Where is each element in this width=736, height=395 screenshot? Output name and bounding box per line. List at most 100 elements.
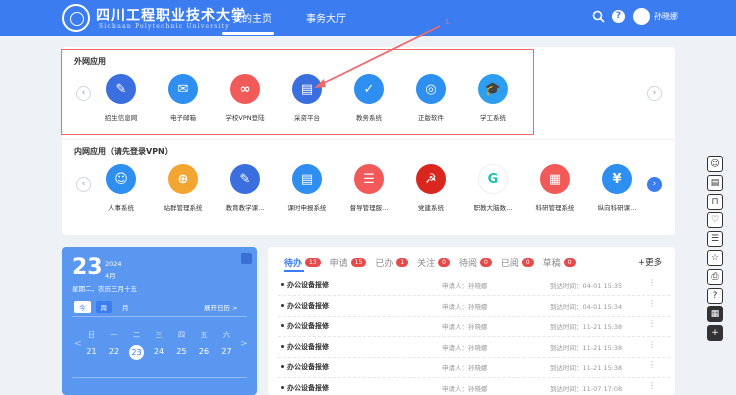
app-research[interactable]: ▦ 科研管理系统 (522, 164, 588, 212)
task-title[interactable]: 办公设备报修 (287, 342, 329, 352)
app-site-group[interactable]: ⊕ 站群管理系统 (150, 164, 216, 212)
tab-1[interactable]: 申请 15 (330, 256, 367, 269)
count-badge: 13 (305, 258, 321, 267)
help-icon[interactable]: ? (707, 287, 723, 304)
count-badge: 0 (438, 258, 450, 267)
more-options-icon[interactable]: ⋮ (648, 299, 656, 308)
more-options-icon[interactable]: ⋮ (648, 340, 656, 349)
research-icon[interactable]: ▦ (540, 164, 570, 194)
task-arrival-time: 到达时间：11-21 15:38 (550, 343, 623, 352)
more-link[interactable]: +更多 (638, 256, 662, 268)
tab-2[interactable]: 已办 1 (375, 256, 409, 269)
task-row[interactable]: 办公设备报修 申请人：孙晓娜 到达时间：11-07 17:08 ⋮ (278, 379, 670, 395)
app-label[interactable]: 督导管理服... (336, 202, 402, 212)
app-label[interactable]: 人事系统 (88, 202, 154, 212)
app-party[interactable]: ☭ 党建系统 (398, 164, 464, 212)
count-badge: 1 (396, 258, 409, 267)
site-group-icon[interactable]: ⊕ (168, 164, 198, 194)
calendar-mode-week[interactable]: 周 (95, 301, 112, 313)
task-title[interactable]: 办公设备报修 (287, 280, 329, 290)
university-seal-logo[interactable] (62, 4, 90, 32)
bullet (281, 283, 284, 286)
calendar-mode-month[interactable]: 月 (117, 301, 134, 313)
star-icon[interactable]: ☆ (707, 250, 723, 266)
count-badge: 0 (521, 258, 534, 267)
shirt-icon[interactable]: ⊓ (707, 193, 723, 210)
supervision-icon[interactable]: ☰ (354, 164, 384, 194)
university-name-cn[interactable]: 四川工程职业技术大学 (96, 5, 246, 25)
task-row[interactable]: 办公设备报修 申请人：孙晓娜 到达时间：11-21 15:38 ⋮ (278, 338, 670, 358)
task-row[interactable]: 办公设备报修 申请人：孙晓娜 到达时间：11-21 15:38 ⋮ (278, 317, 670, 337)
calendar-day-cell[interactable]: 25 (174, 347, 189, 356)
nav-affairs-hall[interactable]: 事务大厅 (306, 10, 346, 25)
task-row[interactable]: 办公设备报修 申请人：孙晓娜 到达时间：11-21 15:38 ⋮ (278, 358, 670, 378)
document-icon[interactable]: ▤ (707, 174, 723, 191)
calendar-prev-week-button[interactable]: < (74, 339, 82, 349)
grid-icon[interactable]: ▦ (707, 306, 723, 323)
more-options-icon[interactable]: ⋮ (648, 319, 656, 328)
weekday-label: 日 (88, 331, 95, 339)
user-name[interactable]: 孙晓娜 (654, 11, 678, 22)
task-title[interactable]: 办公设备报修 (287, 301, 329, 311)
calendar-mode-today[interactable]: 今 (74, 301, 91, 313)
help-icon[interactable]: ? (612, 10, 625, 23)
list-icon[interactable]: ☰ (707, 231, 723, 248)
task-row[interactable]: 办公设备报修 申请人：孙晓娜 到达时间：04-01 15:34 ⋮ (278, 297, 670, 317)
task-row[interactable]: 办公设备报修 申请人：孙晓娜 到达时间：04-01 15:35 ⋮ (278, 276, 670, 296)
app-label[interactable]: 职教大脑数... (460, 202, 526, 212)
app-supervision[interactable]: ☰ 督导管理服... (336, 164, 402, 212)
class-hours-icon[interactable]: ▤ (292, 164, 322, 194)
calendar-day-cell[interactable]: 22 (107, 347, 122, 356)
tab-6[interactable]: 草稿 0 (543, 256, 576, 269)
more-options-icon[interactable]: ⋮ (648, 381, 656, 390)
app-hr[interactable]: ☺ 人事系统 (88, 164, 154, 212)
calendar-next-week-button[interactable]: > (240, 339, 248, 349)
app-label[interactable]: 站群管理系统 (150, 202, 216, 212)
app-class-hours[interactable]: ▤ 课时申报系统 (274, 164, 340, 212)
app-label[interactable]: 科研管理系统 (522, 202, 588, 212)
app-brain-data[interactable]: G 职教大脑数... (460, 164, 526, 212)
calendar-user-icon[interactable] (241, 253, 252, 264)
more-options-icon[interactable]: ⋮ (648, 278, 656, 287)
nav-my-home[interactable]: 我的主页 (232, 10, 272, 25)
heart-icon[interactable]: ♡ (707, 212, 723, 229)
tab-4[interactable]: 待阅 0 (459, 256, 492, 269)
search-icon[interactable] (592, 10, 605, 23)
plus-icon[interactable]: + (707, 325, 723, 342)
brain-data-icon[interactable]: G (478, 164, 508, 194)
printer-icon[interactable]: ⎙ (707, 268, 723, 285)
more-options-icon[interactable]: ⋮ (648, 360, 656, 369)
app-label[interactable]: 教育教学课... (212, 202, 278, 212)
app-label[interactable]: 纵向科研课... (584, 202, 650, 212)
task-arrival-time: 到达时间：11-07 17:08 (550, 384, 623, 393)
app-teaching[interactable]: ✎ 教育教学课... (212, 164, 278, 212)
tab-5[interactable]: 已阅 0 (501, 256, 534, 269)
calendar-day-cell[interactable]: 26 (197, 347, 212, 356)
finance-icon[interactable]: ¥ (602, 164, 632, 194)
task-title[interactable]: 办公设备报修 (287, 362, 329, 372)
external-next-button[interactable]: › (647, 86, 662, 101)
app-label[interactable]: 课时申报系统 (274, 202, 340, 212)
avatar[interactable] (633, 8, 650, 25)
party-icon[interactable]: ☭ (416, 164, 446, 194)
task-title[interactable]: 办公设备报修 (287, 383, 329, 393)
tab-3[interactable]: 关注 0 (417, 256, 450, 269)
tab-label: 关注 (417, 259, 436, 269)
calendar-today[interactable]: 23 (129, 345, 144, 360)
count-badge: 0 (480, 258, 492, 267)
calendar-day-cell[interactable]: 21 (84, 347, 99, 356)
teaching-icon[interactable]: ✎ (230, 164, 260, 194)
app-label[interactable]: 党建系统 (398, 202, 464, 212)
count-badge: 15 (350, 258, 367, 267)
app-finance[interactable]: ¥ 纵向科研课... (584, 164, 650, 212)
calendar-day-cell[interactable]: 24 (152, 347, 167, 356)
internal-apps-title: 内网应用（请先登录VPN） (74, 147, 173, 156)
calendar-day-cell[interactable]: 27 (219, 347, 234, 356)
task-title[interactable]: 办公设备报修 (287, 321, 329, 331)
calendar-mode-switch: 今 周 月 (74, 301, 134, 313)
expand-calendar-link[interactable]: 展开日历 > (204, 302, 238, 312)
person-icon[interactable]: ☺ (707, 156, 723, 172)
tab-0[interactable]: 待办 13 (284, 256, 321, 269)
tab-label: 草稿 (542, 259, 561, 269)
hr-icon[interactable]: ☺ (106, 164, 136, 194)
